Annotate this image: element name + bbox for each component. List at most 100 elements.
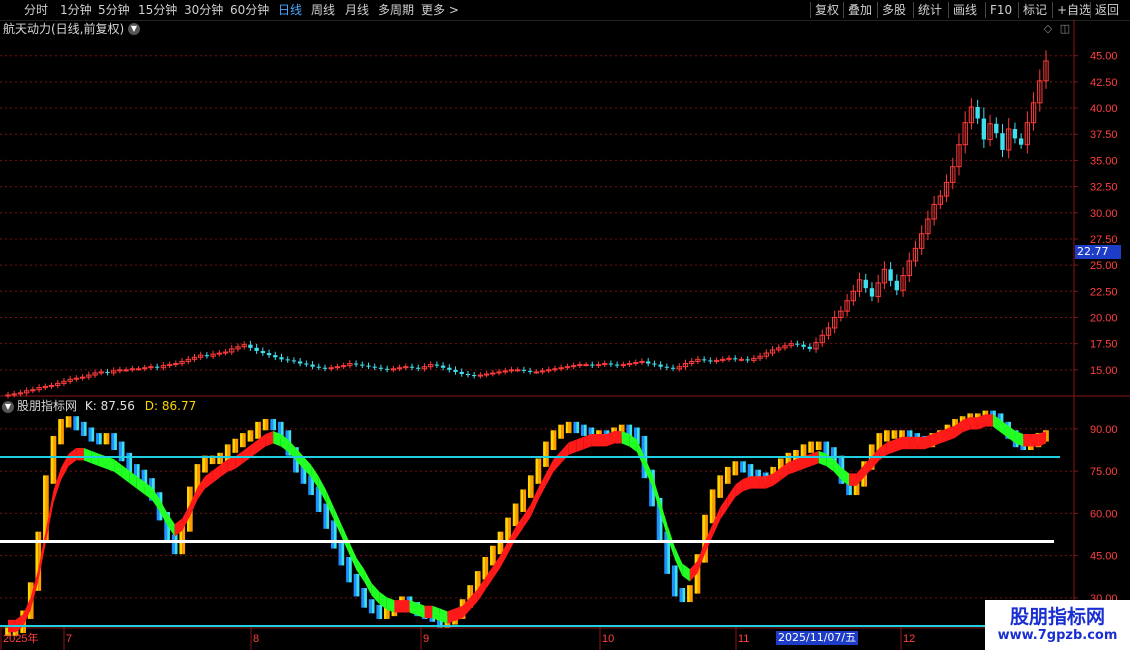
chart-area[interactable]: 45.0042.5040.0037.5035.0032.5030.0027.50… bbox=[0, 20, 1130, 650]
toolbar-button-1[interactable]: 叠加 bbox=[848, 1, 872, 19]
toolbar-divider bbox=[843, 2, 844, 18]
indicator-bar bbox=[50, 435, 54, 484]
tab-6[interactable]: 日线 bbox=[278, 1, 302, 19]
indicator-bar bbox=[561, 424, 564, 439]
candle-body bbox=[994, 123, 999, 134]
candle-body bbox=[248, 344, 253, 348]
d-line-ribbon-segment bbox=[212, 464, 221, 483]
tab-7[interactable]: 周线 bbox=[311, 1, 335, 19]
indicator-bar bbox=[671, 565, 675, 597]
indicator-bar bbox=[520, 489, 524, 512]
indicator-bar bbox=[361, 587, 365, 608]
indicator-bar bbox=[742, 461, 746, 473]
candle-body bbox=[384, 368, 390, 370]
toolbar-button-3[interactable]: 统计 bbox=[918, 1, 942, 19]
toolbar-button-4[interactable]: 画线 bbox=[953, 1, 977, 19]
indicator-bar bbox=[724, 466, 728, 484]
indicator-bar bbox=[220, 452, 223, 465]
tab-9[interactable]: 多周期 bbox=[378, 1, 414, 19]
toolbar-button-2[interactable]: 多股 bbox=[882, 1, 906, 19]
candle-body bbox=[266, 353, 272, 356]
candle-body bbox=[590, 364, 595, 366]
d-line-ribbon-segment bbox=[720, 495, 728, 520]
d-line-ribbon-segment bbox=[23, 597, 31, 627]
price-tick-label: 25.00 bbox=[1090, 260, 1118, 272]
d-line-ribbon-segment bbox=[576, 436, 584, 452]
indicator-bar bbox=[682, 587, 686, 603]
indicator-bar bbox=[68, 416, 72, 428]
indicator-bar bbox=[73, 416, 77, 431]
tab-1[interactable]: 1分钟 bbox=[60, 1, 92, 19]
indicator-bar bbox=[523, 489, 527, 512]
tab-2[interactable]: 5分钟 bbox=[98, 1, 130, 19]
toolbar-button-8[interactable]: 返回 bbox=[1095, 1, 1119, 19]
indicator-bar bbox=[61, 419, 64, 445]
indicator-bar bbox=[43, 475, 46, 541]
indicator-bar bbox=[265, 419, 269, 431]
candle-body bbox=[291, 360, 297, 362]
d-line-ribbon-segment bbox=[735, 479, 743, 497]
indicator-bar bbox=[505, 517, 509, 541]
indicator-bar bbox=[103, 433, 107, 445]
candle-body bbox=[465, 374, 471, 376]
indicator-bar bbox=[482, 557, 486, 580]
candle-body bbox=[459, 371, 464, 375]
indicator-bar bbox=[580, 424, 584, 436]
toolbar-button-6[interactable]: 标记 bbox=[1023, 1, 1047, 19]
candle-body bbox=[360, 364, 365, 366]
chevron-down-icon[interactable]: ▼ bbox=[2, 400, 14, 413]
indicator-bar bbox=[76, 416, 80, 431]
toolbar-divider bbox=[985, 2, 986, 18]
indicator-bar bbox=[891, 430, 895, 439]
indicator-bar bbox=[273, 419, 277, 431]
indicator-bar bbox=[550, 430, 554, 451]
candle-body bbox=[135, 368, 142, 371]
tab-10[interactable]: 更多 > bbox=[421, 1, 459, 19]
indicator-bar bbox=[240, 433, 243, 448]
price-tick-label: 45.00 bbox=[1090, 51, 1118, 63]
toolbar-button-5[interactable]: F10 bbox=[990, 1, 1012, 19]
d-line-ribbon-segment bbox=[265, 431, 274, 447]
toolbar-button-7[interactable]: +自选 bbox=[1057, 1, 1091, 19]
toolbar-divider bbox=[948, 2, 949, 18]
d-line-ribbon-segment bbox=[682, 563, 690, 582]
candle-body bbox=[894, 280, 900, 291]
indicator-name: 股朋指标网 bbox=[17, 399, 78, 413]
tab-3[interactable]: 15分钟 bbox=[138, 1, 177, 19]
indicator-bar bbox=[323, 503, 327, 529]
indicator-bar bbox=[750, 464, 754, 479]
tab-8[interactable]: 月线 bbox=[345, 1, 369, 19]
indicator-bar bbox=[353, 573, 357, 597]
k-value: K: 87.56 bbox=[84, 399, 135, 413]
indicator-bar bbox=[553, 430, 557, 451]
indicator-bar bbox=[58, 419, 62, 445]
tab-4[interactable]: 30分钟 bbox=[184, 1, 223, 19]
toolbar-button-0[interactable]: 复权 bbox=[815, 1, 839, 19]
indicator-bar bbox=[171, 534, 175, 555]
toolbar-divider bbox=[1090, 2, 1091, 18]
d-line-ribbon-segment bbox=[864, 456, 872, 478]
indicator-bar bbox=[512, 503, 516, 527]
indicator-bar bbox=[341, 540, 345, 566]
indicator-bar bbox=[535, 458, 539, 484]
d-line-ribbon-segment bbox=[235, 450, 243, 469]
indicator-bar bbox=[217, 452, 221, 465]
tab-0[interactable]: 分时 bbox=[24, 1, 48, 19]
indicator-bar bbox=[114, 433, 117, 451]
indicator-bar bbox=[1046, 430, 1049, 442]
candle-body bbox=[664, 366, 670, 368]
indicator-bar bbox=[732, 461, 736, 476]
indicator-bar bbox=[379, 604, 383, 619]
tab-5[interactable]: 60分钟 bbox=[230, 1, 269, 19]
candle-body bbox=[888, 269, 893, 281]
candle-body bbox=[453, 369, 458, 372]
candle-body bbox=[105, 371, 110, 373]
candle-body bbox=[801, 344, 806, 347]
candle-body bbox=[1018, 138, 1024, 145]
indicator-bar bbox=[712, 489, 716, 524]
indicator-bar bbox=[826, 441, 830, 456]
indicator-bar bbox=[808, 441, 812, 453]
indicator-bar bbox=[98, 433, 102, 445]
candle-body bbox=[297, 361, 303, 364]
toolbar-divider bbox=[1052, 2, 1053, 18]
